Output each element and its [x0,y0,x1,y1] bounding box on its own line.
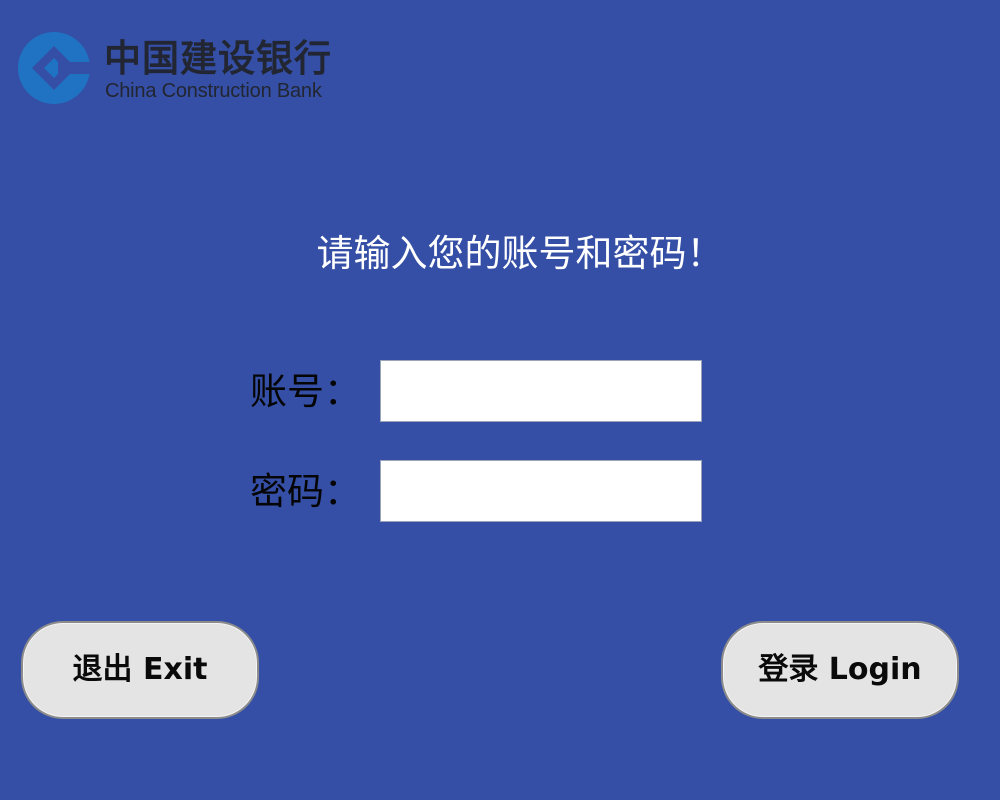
login-prompt: 请输入您的账号和密码！ [316,232,724,275]
exit-button[interactable]: 退出 Exit [21,621,259,719]
bank-name-english: China Construction Bank [105,80,322,102]
login-button[interactable]: 登录 Login [721,621,959,719]
password-input[interactable] [380,460,702,522]
account-input[interactable] [380,360,702,422]
bank-logo: 中国建设银行 China Construction Bank [18,32,438,110]
password-label: 密码： [250,470,361,513]
ccb-logo-icon [18,32,90,104]
bank-name-chinese: 中国建设银行 [104,37,332,80]
account-label: 账号： [250,370,361,413]
